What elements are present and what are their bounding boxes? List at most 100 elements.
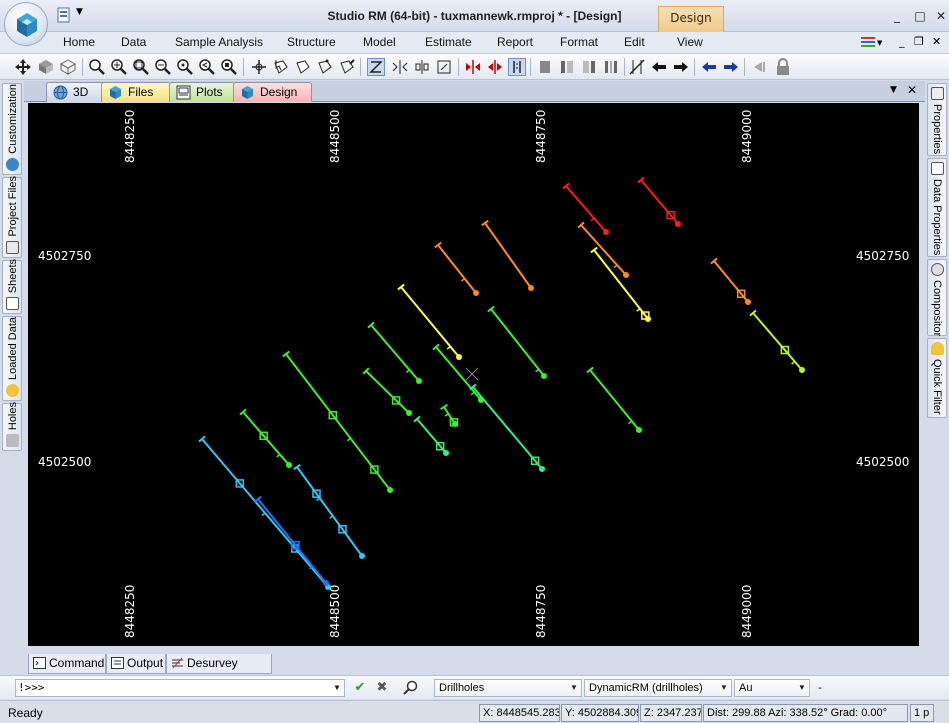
select-edit-icon[interactable] <box>338 58 356 76</box>
view-cube-icon[interactable] <box>59 58 77 76</box>
chevron-down-icon[interactable]: ▼ <box>796 681 808 695</box>
close-button[interactable]: ✕ <box>932 8 949 24</box>
zoom-previous-icon[interactable] <box>198 58 216 76</box>
select-string-icon[interactable] <box>294 58 312 76</box>
clip-both-icon[interactable] <box>602 58 620 76</box>
drillhole-trace[interactable] <box>293 463 365 559</box>
tab-command[interactable]: Command <box>28 654 106 674</box>
doc-pin-button[interactable]: ▼ <box>890 85 897 95</box>
chevron-down-icon[interactable]: ▼ <box>331 681 343 695</box>
app-logo-icon[interactable] <box>4 2 48 46</box>
dock-tab-quick-filter[interactable]: Quick Filter <box>927 338 947 418</box>
drillhole-trace[interactable] <box>434 241 479 296</box>
chevron-down-icon[interactable]: ▼ <box>718 681 730 695</box>
drillhole-trace[interactable] <box>637 176 681 227</box>
drillhole-trace[interactable] <box>432 343 484 403</box>
section-forward-icon[interactable] <box>486 58 504 76</box>
menu-model[interactable]: Model <box>363 35 396 49</box>
menu-estimate[interactable]: Estimate <box>425 35 472 49</box>
style-menu-icon[interactable]: ▼ <box>860 35 883 52</box>
field-combo[interactable]: Au ▼ <box>734 679 810 697</box>
menu-sample-analysis[interactable]: Sample Analysis <box>175 35 263 49</box>
drillhole-trace[interactable] <box>481 219 534 291</box>
move-left-icon[interactable] <box>650 58 668 76</box>
command-input[interactable]: !>>> ▼ <box>15 679 345 697</box>
menu-view[interactable]: View <box>677 35 703 49</box>
dock-tab-data-properties[interactable]: Data Properties <box>927 158 947 257</box>
zoom-selected-icon[interactable] <box>220 58 238 76</box>
drillhole-trace[interactable] <box>590 246 651 322</box>
menu-report[interactable]: Report <box>497 35 533 49</box>
dock-tab-project-files[interactable]: Project Files <box>2 176 22 258</box>
doc-close-button[interactable]: ✕ <box>907 83 917 97</box>
hide-section-icon[interactable] <box>628 58 646 76</box>
drillhole-trace[interactable] <box>487 305 547 379</box>
chevron-down-icon[interactable]: ▼ <box>568 681 580 695</box>
drillhole-trace[interactable] <box>362 367 412 416</box>
menu-format[interactable]: Format <box>560 35 598 49</box>
snap-lines-icon[interactable] <box>413 58 431 76</box>
drillhole-trace[interactable] <box>440 403 459 427</box>
section-back-icon[interactable] <box>464 58 482 76</box>
mdi-restore-button[interactable]: ❐ <box>914 35 924 48</box>
mdi-minimize-button[interactable]: _ <box>899 35 905 48</box>
zoom-extents-icon[interactable] <box>132 58 150 76</box>
drillhole-trace[interactable] <box>710 257 751 305</box>
snap-icon[interactable] <box>367 58 385 76</box>
snap-grid-icon[interactable] <box>435 58 453 76</box>
check-icon[interactable]: ✔ <box>352 680 368 696</box>
minimize-button[interactable]: _ <box>888 8 906 24</box>
object-combo[interactable]: Drillholes ▼ <box>434 679 582 697</box>
dock-tab-properties[interactable]: Properties <box>927 83 947 156</box>
search-icon[interactable] <box>403 680 419 696</box>
lock-icon[interactable] <box>774 58 792 76</box>
dock-tab-compositor[interactable]: Compositor <box>927 259 947 336</box>
section-clip-icon[interactable] <box>508 58 526 76</box>
tab-desurvey-report[interactable]: Desurvey Report <box>166 654 272 688</box>
zoom-data-icon[interactable] <box>176 58 194 76</box>
drillholes-layer[interactable] <box>198 176 805 590</box>
previous-view-icon[interactable] <box>700 58 718 76</box>
dock-tab-customization[interactable]: Customization <box>2 83 22 175</box>
drillhole-trace[interactable] <box>239 408 292 468</box>
menu-structure[interactable]: Structure <box>287 35 336 49</box>
drillhole-trace[interactable] <box>254 495 329 586</box>
tab-plots[interactable]: Plots <box>169 82 235 102</box>
first-view-icon[interactable] <box>750 58 768 76</box>
context-tab-design[interactable]: Design <box>658 6 724 32</box>
tab-files[interactable]: Files <box>101 82 171 102</box>
design-viewport[interactable]: 8448250 8448500 8448750 8449000 8448250 … <box>28 103 919 646</box>
snap-points-icon[interactable] <box>391 58 409 76</box>
next-view-icon[interactable] <box>722 58 740 76</box>
dock-tab-holes[interactable]: Holes <box>2 402 22 451</box>
legend-combo[interactable]: DynamicRM (drillholes) ▼ <box>584 679 732 697</box>
menu-home[interactable]: Home <box>63 35 95 49</box>
move-right-icon[interactable] <box>672 58 690 76</box>
drillhole-plan-view[interactable]: 8448250 8448500 8448750 8449000 8448250 … <box>28 103 919 646</box>
zoom-window-icon[interactable] <box>154 58 172 76</box>
menu-data[interactable]: Data <box>121 35 146 49</box>
tab-output[interactable]: Output <box>106 654 166 674</box>
clip-back-icon[interactable] <box>580 58 598 76</box>
select-polygon-icon[interactable] <box>316 58 334 76</box>
select-object-icon[interactable] <box>272 58 290 76</box>
drillhole-trace[interactable] <box>749 309 805 373</box>
dock-tab-sheets[interactable]: Sheets <box>2 259 22 314</box>
drillhole-trace[interactable] <box>469 383 545 472</box>
clip-front-icon[interactable] <box>558 58 576 76</box>
drillhole-trace[interactable] <box>367 321 422 384</box>
maximize-button[interactable]: □ <box>911 8 929 24</box>
drillhole-trace[interactable] <box>397 283 462 360</box>
select-point-icon[interactable] <box>250 58 268 76</box>
tab-design[interactable]: Design <box>233 82 312 102</box>
clip-plane-icon[interactable] <box>536 58 554 76</box>
zoom-icon[interactable] <box>88 58 106 76</box>
rotate-view-icon[interactable] <box>37 58 55 76</box>
dock-tab-loaded-data[interactable]: Loaded Data <box>2 316 22 401</box>
drillhole-trace[interactable] <box>586 366 642 433</box>
drillhole-trace[interactable] <box>413 415 449 456</box>
zoom-in-icon[interactable] <box>110 58 128 76</box>
drillhole-trace[interactable] <box>562 182 609 235</box>
cancel-icon[interactable]: ✖ <box>374 680 390 696</box>
menu-edit[interactable]: Edit <box>624 35 645 49</box>
